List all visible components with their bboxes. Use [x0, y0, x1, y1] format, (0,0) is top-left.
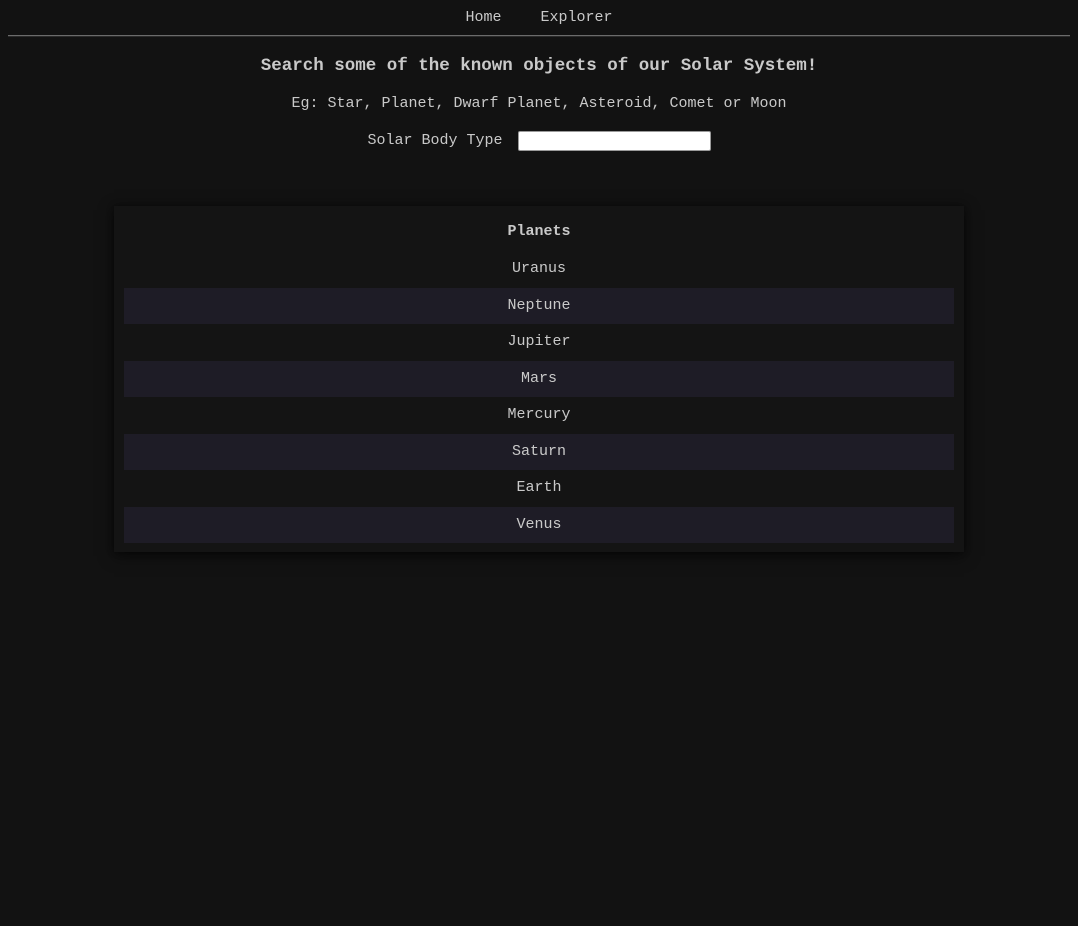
search-row: Solar Body Type	[0, 130, 1078, 153]
solar-body-type-input[interactable]	[517, 131, 711, 151]
nav-link-home[interactable]: Home	[465, 9, 501, 26]
top-nav: Home Explorer	[0, 0, 1078, 37]
page-title: Search some of the known objects of our …	[260, 56, 818, 76]
search-label: Solar Body Type	[367, 132, 503, 149]
nav-links: Home Explorer	[0, 8, 1078, 28]
list-item-saturn[interactable]: Saturn	[124, 433, 954, 470]
nav-link-explorer[interactable]: Explorer	[541, 9, 613, 26]
search-hint: Eg: Star, Planet, Dwarf Planet, Asteroid…	[291, 95, 787, 112]
list-item-uranus[interactable]: Uranus	[124, 251, 954, 288]
planet-list: Uranus Neptune Jupiter Mars Mercury Satu…	[124, 251, 954, 543]
list-item-venus[interactable]: Venus	[124, 506, 954, 543]
nav-divider	[8, 35, 1070, 37]
results-panel: Planets Uranus Neptune Jupiter Mars Merc…	[114, 206, 964, 552]
list-item-earth[interactable]: Earth	[124, 470, 954, 507]
list-item-neptune[interactable]: Neptune	[124, 287, 954, 324]
list-item-mars[interactable]: Mars	[124, 360, 954, 397]
list-item-jupiter[interactable]: Jupiter	[124, 324, 954, 361]
list-item-mercury[interactable]: Mercury	[124, 397, 954, 434]
results-title: Planets	[507, 223, 571, 240]
